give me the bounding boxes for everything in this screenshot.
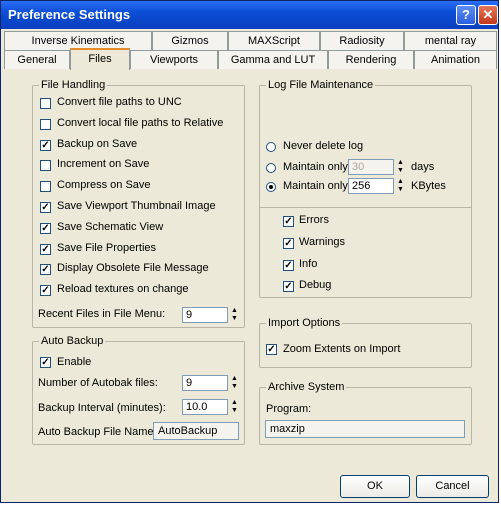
backup-interval-spinner[interactable]: 10.0 — [182, 399, 228, 415]
ok-button[interactable]: OK — [340, 475, 410, 498]
tab-gamma-and-lut[interactable]: Gamma and LUT — [218, 50, 328, 69]
file-handling-checkbox-3[interactable] — [40, 160, 51, 171]
maintain-days-spinner-arrows[interactable]: ▲ ▼ — [396, 159, 405, 175]
zoom-extents-checkbox[interactable]: ✓ — [266, 344, 277, 355]
backup-interval-spinner-arrows[interactable]: ▲ ▼ — [230, 399, 239, 415]
log-option-label-3: Debug — [299, 279, 332, 291]
zoom-extents-label: Zoom Extents on Import — [283, 343, 401, 355]
tab-general[interactable]: General — [4, 50, 70, 69]
title-bar: Preference Settings ? ✕ — [1, 1, 498, 29]
tab-gizmos[interactable]: Gizmos — [152, 31, 228, 50]
log-option-checkbox-2[interactable]: ✓ — [283, 260, 294, 271]
autobak-count-spinner-arrows[interactable]: ▲ ▼ — [230, 375, 239, 391]
tab-files[interactable]: Files — [70, 48, 130, 70]
log-option-checkbox-1[interactable]: ✓ — [283, 238, 294, 249]
days-unit: days — [411, 161, 435, 173]
file-handling-label-5: Save Viewport Thumbnail Image — [57, 200, 216, 212]
file-handling-checkbox-7[interactable]: ✓ — [40, 244, 51, 255]
backup-filename-label: Auto Backup File Name: — [38, 426, 157, 438]
log-option-checkbox-3[interactable]: ✓ — [283, 281, 294, 292]
file-handling-label-9: Reload textures on change — [57, 283, 189, 295]
recent-files-spinner-arrows[interactable]: ▲ ▼ — [230, 307, 239, 323]
kbytes-unit: KBytes — [411, 180, 446, 192]
log-option-label-2: Info — [299, 258, 318, 270]
file-handling-label-1: Convert local file paths to Relative — [57, 117, 224, 129]
file-handling-checkbox-9[interactable]: ✓ — [40, 285, 51, 296]
file-handling-title: File Handling — [39, 79, 108, 91]
file-handling-checkbox-8[interactable]: ✓ — [40, 264, 51, 275]
maintain-days-spinner[interactable]: 30 — [348, 159, 394, 175]
log-option-label-0: Errors — [299, 214, 329, 226]
tab-radiosity[interactable]: Radiosity — [320, 31, 404, 50]
program-label: Program: — [266, 403, 312, 415]
maintain-kbytes-spinner[interactable]: 256 — [348, 178, 394, 194]
close-button[interactable]: ✕ — [478, 5, 498, 25]
tab-animation[interactable]: Animation — [414, 50, 497, 69]
window-title: Preference Settings — [8, 7, 131, 22]
file-handling-label-0: Convert file paths to UNC — [57, 96, 182, 108]
preference-settings-dialog: Preference Settings ? ✕ Inverse Kinemati… — [0, 0, 499, 503]
never-delete-label: Never delete log — [283, 140, 364, 152]
file-handling-checkbox-0[interactable] — [40, 98, 51, 109]
auto-backup-title: Auto Backup — [39, 335, 106, 347]
file-handling-label-8: Display Obsolete File Message — [57, 262, 209, 274]
enable-autobackup-checkbox[interactable]: ✓ — [40, 357, 51, 368]
maintain-days-radio[interactable] — [266, 163, 276, 173]
cancel-button[interactable]: Cancel — [416, 475, 489, 498]
backup-filename-field[interactable]: AutoBackup — [153, 422, 239, 440]
help-button[interactable]: ? — [456, 5, 476, 25]
maintain-kbytes-spinner-arrows[interactable]: ▲ ▼ — [396, 178, 405, 194]
maintain-days-label: Maintain only — [283, 161, 348, 173]
maintain-kbytes-label: Maintain only — [283, 180, 348, 192]
archive-system-title: Archive System — [266, 381, 347, 393]
file-handling-checkbox-1[interactable] — [40, 119, 51, 130]
recent-files-spinner[interactable]: 9 — [182, 307, 228, 323]
log-separator — [259, 207, 472, 208]
file-handling-label-4: Compress on Save — [57, 179, 151, 191]
tab-mental-ray[interactable]: mental ray — [404, 31, 497, 50]
recent-files-label: Recent Files in File Menu: — [38, 308, 166, 320]
log-option-label-1: Warnings — [299, 236, 346, 248]
tab-maxscript[interactable]: MAXScript — [228, 31, 320, 50]
tab-rendering[interactable]: Rendering — [328, 50, 414, 69]
never-delete-radio[interactable] — [266, 142, 276, 152]
import-options-title: Import Options — [266, 317, 343, 329]
file-handling-label-3: Increment on Save — [57, 158, 150, 170]
log-file-title: Log File Maintenance — [266, 79, 376, 91]
file-handling-label-2: Backup on Save — [57, 138, 138, 150]
backup-interval-label: Backup Interval (minutes): — [38, 402, 166, 414]
program-field[interactable]: maxzip — [265, 420, 465, 438]
log-option-checkbox-0[interactable]: ✓ — [283, 216, 294, 227]
file-handling-checkbox-2[interactable]: ✓ — [40, 140, 51, 151]
file-handling-label-6: Save Schematic View — [57, 221, 164, 233]
enable-autobackup-label: Enable — [57, 356, 92, 368]
file-handling-checkbox-6[interactable]: ✓ — [40, 223, 51, 234]
file-handling-checkbox-5[interactable]: ✓ — [40, 202, 51, 213]
autobak-count-label: Number of Autobak files: — [38, 377, 158, 389]
autobak-count-spinner[interactable]: 9 — [182, 375, 228, 391]
file-handling-label-7: Save File Properties — [57, 242, 157, 254]
file-handling-checkbox-4[interactable] — [40, 181, 51, 192]
maintain-kbytes-radio[interactable] — [266, 182, 276, 192]
tab-viewports[interactable]: Viewports — [130, 50, 218, 69]
